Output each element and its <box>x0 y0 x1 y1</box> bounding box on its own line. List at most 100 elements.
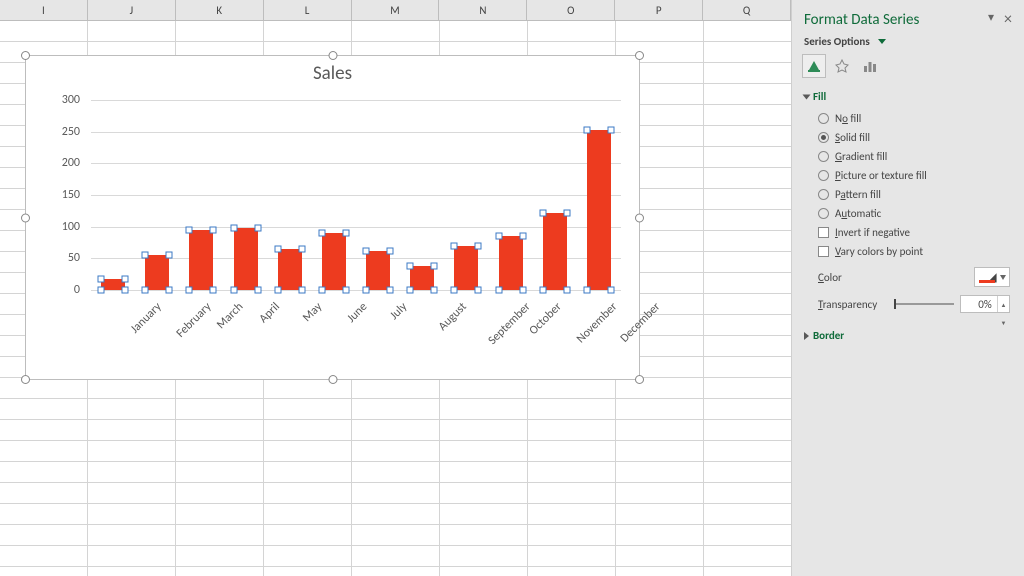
automatic-radio[interactable]: Automatic <box>792 204 1024 223</box>
gradient-fill-radio[interactable]: Gradient fill <box>792 147 1024 166</box>
data-bar[interactable] <box>499 236 523 290</box>
data-point-handle[interactable] <box>186 287 193 294</box>
data-bar[interactable] <box>145 255 169 290</box>
data-point-handle[interactable] <box>475 287 482 294</box>
data-point-handle[interactable] <box>431 287 438 294</box>
data-point-handle[interactable] <box>519 233 526 240</box>
data-point-handle[interactable] <box>495 287 502 294</box>
color-picker-button[interactable]: ◢ <box>974 267 1010 287</box>
data-point-handle[interactable] <box>563 287 570 294</box>
data-bar[interactable] <box>234 228 258 290</box>
data-point-handle[interactable] <box>318 230 325 237</box>
data-point-handle[interactable] <box>363 247 370 254</box>
fill-section-header[interactable]: Fill <box>792 84 1024 109</box>
chart-object[interactable]: Sales 050100150200250300 JanuaryFebruary… <box>25 55 640 380</box>
data-point-handle[interactable] <box>519 287 526 294</box>
resize-handle-se[interactable] <box>635 375 644 384</box>
resize-handle-ne[interactable] <box>635 51 644 60</box>
data-point-handle[interactable] <box>230 224 237 231</box>
data-point-handle[interactable] <box>363 287 370 294</box>
col-header[interactable]: J <box>88 0 176 20</box>
data-point-handle[interactable] <box>563 209 570 216</box>
data-bar[interactable] <box>366 251 390 290</box>
no-fill-radio[interactable]: No fill <box>792 109 1024 128</box>
data-point-handle[interactable] <box>342 287 349 294</box>
data-point-handle[interactable] <box>495 233 502 240</box>
transparency-value-input[interactable]: 0% ▲ ▼ <box>960 295 1010 313</box>
data-point-handle[interactable] <box>210 287 217 294</box>
data-point-handle[interactable] <box>254 287 261 294</box>
col-header[interactable]: P <box>615 0 703 20</box>
col-header[interactable]: K <box>176 0 264 20</box>
fill-line-tab[interactable] <box>802 54 826 78</box>
data-point-handle[interactable] <box>98 287 105 294</box>
data-point-handle[interactable] <box>122 275 129 282</box>
data-point-handle[interactable] <box>142 252 149 259</box>
data-point-handle[interactable] <box>166 252 173 259</box>
data-point-handle[interactable] <box>583 287 590 294</box>
data-point-handle[interactable] <box>607 287 614 294</box>
data-point-handle[interactable] <box>166 287 173 294</box>
spreadsheet-grid[interactable]: I J K L M N O P Q Sales 0501001502002503… <box>0 0 791 576</box>
data-point-handle[interactable] <box>539 209 546 216</box>
data-point-handle[interactable] <box>318 287 325 294</box>
data-point-handle[interactable] <box>607 127 614 134</box>
vary-colors-checkbox[interactable]: Vary colors by point <box>792 242 1024 261</box>
data-point-handle[interactable] <box>254 224 261 231</box>
border-section-header[interactable]: Border <box>792 323 1024 348</box>
data-point-handle[interactable] <box>122 287 129 294</box>
data-point-handle[interactable] <box>342 230 349 237</box>
pane-options-caret-icon[interactable]: ▾ <box>988 10 994 29</box>
chart-title[interactable]: Sales <box>26 62 639 85</box>
data-bar[interactable] <box>454 246 478 290</box>
col-header[interactable]: M <box>352 0 440 20</box>
data-point-handle[interactable] <box>475 242 482 249</box>
data-point-handle[interactable] <box>298 245 305 252</box>
plot-area[interactable] <box>91 100 621 290</box>
data-point-handle[interactable] <box>387 247 394 254</box>
pattern-fill-radio[interactable]: Pattern fill <box>792 185 1024 204</box>
y-axis[interactable]: 050100150200250300 <box>26 100 86 296</box>
data-point-handle[interactable] <box>298 287 305 294</box>
series-options-tab[interactable] <box>858 54 882 78</box>
data-point-handle[interactable] <box>98 275 105 282</box>
transparency-spinner[interactable]: ▲ ▼ <box>997 296 1009 312</box>
data-point-handle[interactable] <box>451 242 458 249</box>
data-point-handle[interactable] <box>210 226 217 233</box>
data-bar[interactable] <box>278 249 302 290</box>
data-point-handle[interactable] <box>407 287 414 294</box>
x-axis[interactable]: JanuaryFebruaryMarchAprilMayJuneJulyAugu… <box>91 294 621 379</box>
col-header[interactable]: Q <box>703 0 791 20</box>
col-header[interactable]: I <box>0 0 88 20</box>
data-point-handle[interactable] <box>186 226 193 233</box>
invert-if-negative-checkbox[interactable]: Invert if negative <box>792 223 1024 242</box>
data-point-handle[interactable] <box>274 287 281 294</box>
col-header[interactable]: N <box>439 0 527 20</box>
col-header[interactable]: O <box>527 0 615 20</box>
data-point-handle[interactable] <box>142 287 149 294</box>
data-point-handle[interactable] <box>407 262 414 269</box>
data-point-handle[interactable] <box>539 287 546 294</box>
effects-tab[interactable] <box>830 54 854 78</box>
data-point-handle[interactable] <box>431 262 438 269</box>
transparency-slider[interactable] <box>894 300 954 308</box>
data-bar[interactable] <box>322 233 346 290</box>
slider-thumb-icon[interactable] <box>894 299 896 309</box>
spinner-down-icon[interactable]: ▼ <box>998 314 1009 332</box>
spinner-up-icon[interactable]: ▲ <box>998 296 1009 314</box>
close-pane-icon[interactable]: × <box>1004 10 1012 29</box>
data-bar[interactable] <box>189 230 213 290</box>
data-point-handle[interactable] <box>583 127 590 134</box>
data-bar[interactable] <box>543 213 567 290</box>
data-point-handle[interactable] <box>230 287 237 294</box>
series-options-dropdown[interactable]: Series Options <box>792 33 1024 54</box>
data-point-handle[interactable] <box>451 287 458 294</box>
data-point-handle[interactable] <box>387 287 394 294</box>
col-header[interactable]: L <box>264 0 352 20</box>
picture-fill-radio[interactable]: Picture or texture fill <box>792 166 1024 185</box>
resize-handle-n[interactable] <box>328 51 337 60</box>
resize-handle-sw[interactable] <box>21 375 30 384</box>
resize-handle-e[interactable] <box>635 213 644 222</box>
resize-handle-nw[interactable] <box>21 51 30 60</box>
data-bar[interactable] <box>587 130 611 290</box>
